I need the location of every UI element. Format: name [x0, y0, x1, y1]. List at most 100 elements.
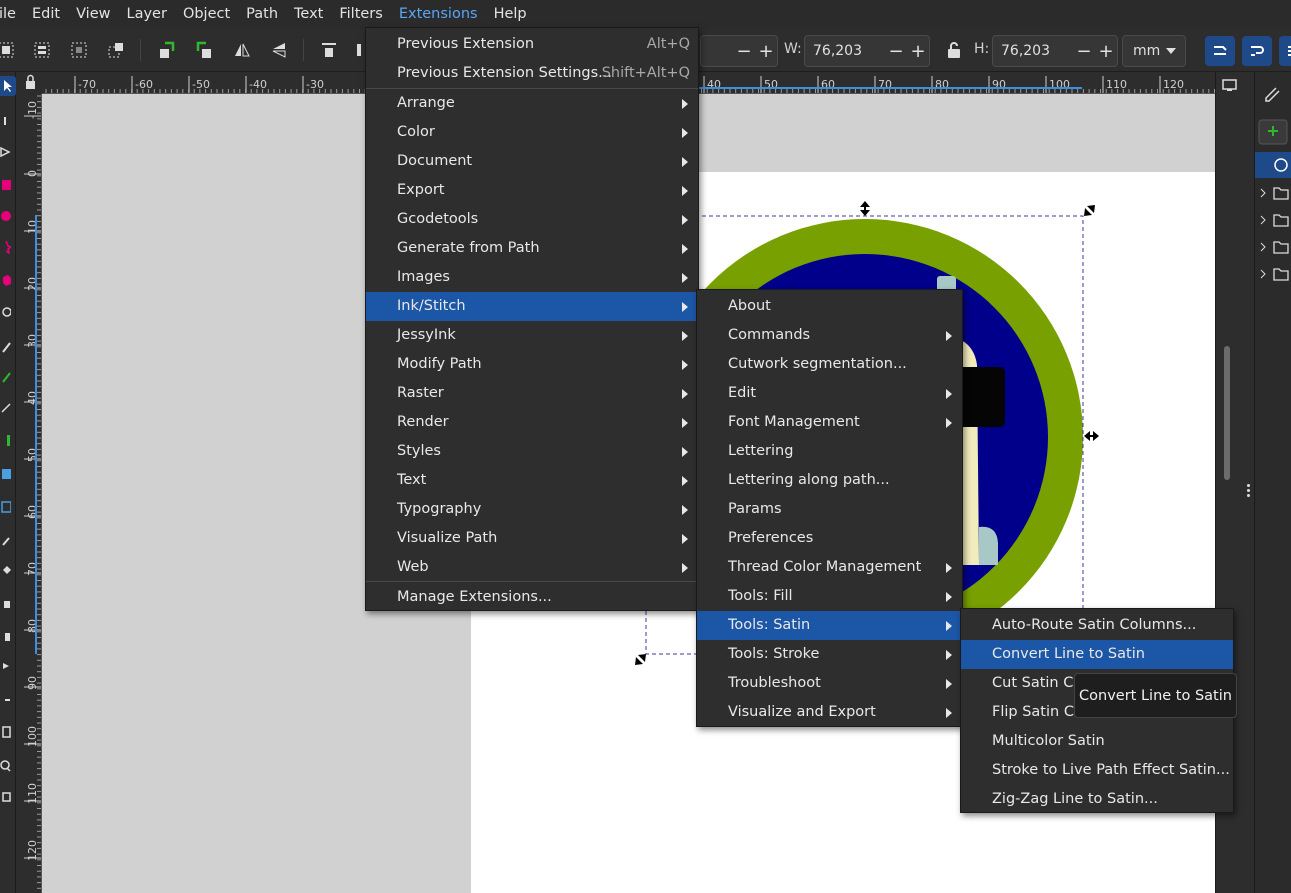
calligraphy-tool-icon[interactable] [0, 397, 14, 417]
gradient-tool-icon[interactable] [0, 464, 14, 484]
edit-icon[interactable] [1255, 83, 1291, 107]
display-mode-icon[interactable] [1216, 76, 1255, 96]
snap-nodes-button[interactable] [1242, 36, 1272, 66]
menu-item-tools-satin[interactable]: Tools: Satin [697, 611, 962, 640]
menu-path[interactable]: Path [238, 0, 286, 29]
lock-guides-icon[interactable] [16, 72, 42, 94]
menu-item-text[interactable]: Text [366, 466, 698, 495]
rotate-ccw-icon[interactable] [155, 38, 179, 62]
layer-row[interactable] [1255, 261, 1291, 287]
snap-bbox-button[interactable] [1205, 36, 1235, 66]
lock-proportions-icon[interactable] [942, 38, 966, 62]
3d-box-tool-icon[interactable] [0, 270, 14, 290]
menu-view[interactable]: View [68, 0, 118, 29]
menu-item-web[interactable]: Web [366, 553, 698, 582]
menu-item-lettering[interactable]: Lettering [697, 437, 962, 466]
select-all-layers-icon[interactable] [30, 38, 54, 62]
menu-text[interactable]: Text [286, 0, 331, 29]
menu-item-manage-extensions[interactable]: Manage Extensions... [366, 583, 698, 612]
eraser-tool-icon[interactable] [0, 594, 14, 614]
menu-item-lettering-along-path[interactable]: Lettering along path... [697, 466, 962, 495]
menu-item-convert-line-to-satin[interactable]: Convert Line to Satin [961, 640, 1233, 669]
connector-tool-icon[interactable] [0, 656, 14, 676]
menu-item-previous-extension-settings[interactable]: Previous Extension Settings... Shift+Alt+… [366, 59, 698, 88]
spiral-tool-icon[interactable] [0, 302, 14, 322]
menu-item-typography[interactable]: Typography [366, 495, 698, 524]
resize-handle-right[interactable] [1084, 431, 1099, 441]
menu-item-about[interactable]: About [697, 292, 962, 321]
menu-item-arrange[interactable]: Arrange [366, 89, 698, 118]
touch-select-icon[interactable] [104, 38, 128, 62]
star-tool-icon[interactable] [0, 237, 14, 257]
select-all-icon[interactable] [0, 38, 18, 62]
menu-item-preferences[interactable]: Preferences [697, 524, 962, 553]
menu-item-params[interactable]: Params [697, 495, 962, 524]
raise-to-top-icon[interactable] [317, 38, 341, 62]
menu-item-modify-path[interactable]: Modify Path [366, 350, 698, 379]
menu-item-jessyink[interactable]: JessyInk [366, 321, 698, 350]
text-tool-icon[interactable] [0, 430, 14, 450]
menu-item-styles[interactable]: Styles [366, 437, 698, 466]
menu-item-font-management[interactable]: Font Management [697, 408, 962, 437]
pencil-tool-icon[interactable] [0, 337, 14, 357]
menu-item-document[interactable]: Document [366, 147, 698, 176]
menu-item-render[interactable]: Render [366, 408, 698, 437]
rectangle-tool-icon[interactable] [0, 175, 14, 195]
add-layer-icon[interactable] [1255, 117, 1291, 147]
menu-help[interactable]: Help [486, 0, 535, 29]
menu-item-auto-route-satin-columns[interactable]: Auto-Route Satin Columns... [961, 611, 1233, 640]
vertical-scrollbar[interactable] [1224, 346, 1230, 480]
resize-handle-top-right[interactable] [1084, 205, 1095, 216]
menu-item-visualize-and-export[interactable]: Visualize and Export [697, 698, 962, 727]
menu-layer[interactable]: Layer [119, 0, 175, 29]
menu-file[interactable]: ile [0, 0, 24, 29]
menu-item-troubleshoot[interactable]: Troubleshoot [697, 669, 962, 698]
y-field[interactable]: − + [700, 35, 778, 67]
layer-row[interactable] [1255, 207, 1291, 233]
unit-select[interactable]: mm [1122, 35, 1186, 67]
pen-tool-icon[interactable] [0, 367, 14, 387]
menu-item-zig-zag-line-to-satin[interactable]: Zig-Zag Line to Satin... [961, 785, 1233, 814]
dropper-tool-icon[interactable] [0, 530, 14, 550]
layer-row[interactable] [1255, 234, 1291, 260]
panel-handle-icon[interactable] [1247, 484, 1250, 487]
menu-item-commands[interactable]: Commands [697, 321, 962, 350]
tweak-tool-icon[interactable] [0, 142, 14, 162]
layer-row-selected[interactable] [1255, 152, 1291, 178]
measure-tool-icon[interactable] [0, 690, 14, 710]
flip-vertical-icon[interactable] [267, 38, 291, 62]
snap-others-button[interactable] [1279, 36, 1291, 66]
menu-object[interactable]: Object [175, 0, 238, 29]
paint-bucket-tool-icon[interactable] [0, 560, 14, 580]
menu-item-thread-color-management[interactable]: Thread Color Management [697, 553, 962, 582]
menu-item-visualize-path[interactable]: Visualize Path [366, 524, 698, 553]
menu-item-multicolor-satin[interactable]: Multicolor Satin [961, 727, 1233, 756]
menu-item-gcodetools[interactable]: Gcodetools [366, 205, 698, 234]
menu-edit[interactable]: Edit [24, 0, 68, 29]
deselect-icon[interactable] [67, 38, 91, 62]
menu-item-tools-stroke[interactable]: Tools: Stroke [697, 640, 962, 669]
selector-tool-icon[interactable] [0, 76, 16, 96]
menu-item-generate-from-path[interactable]: Generate from Path [366, 234, 698, 263]
menu-item-cutwork-segmentation[interactable]: Cutwork segmentation... [697, 350, 962, 379]
rotate-cw-icon[interactable] [192, 38, 216, 62]
width-field[interactable]: 76,203− + [804, 35, 930, 67]
menu-item-ink-stitch[interactable]: Ink/Stitch [366, 292, 698, 321]
menu-item-previous-extension[interactable]: Previous Extension Alt+Q [366, 30, 698, 59]
height-field[interactable]: 76,203− + [992, 35, 1118, 67]
ellipse-tool-icon[interactable] [0, 206, 14, 226]
resize-handle-bottom-left[interactable] [635, 654, 646, 665]
zoom-tool-icon[interactable] [0, 756, 14, 776]
menu-item-edit[interactable]: Edit [697, 379, 962, 408]
node-tool-icon[interactable] [0, 112, 14, 132]
spray-tool-icon[interactable] [0, 625, 14, 645]
menu-filters[interactable]: Filters [331, 0, 390, 29]
menu-item-tools-fill[interactable]: Tools: Fill [697, 582, 962, 611]
resize-handle-top[interactable] [860, 201, 870, 216]
menu-item-export[interactable]: Export [366, 176, 698, 205]
flip-horizontal-icon[interactable] [230, 38, 254, 62]
menu-item-stroke-to-live-path-effect-satin[interactable]: Stroke to Live Path Effect Satin... [961, 756, 1233, 785]
lpe-tool-icon[interactable] [0, 787, 14, 807]
layer-row[interactable] [1255, 180, 1291, 206]
mesh-tool-icon[interactable] [0, 497, 14, 517]
